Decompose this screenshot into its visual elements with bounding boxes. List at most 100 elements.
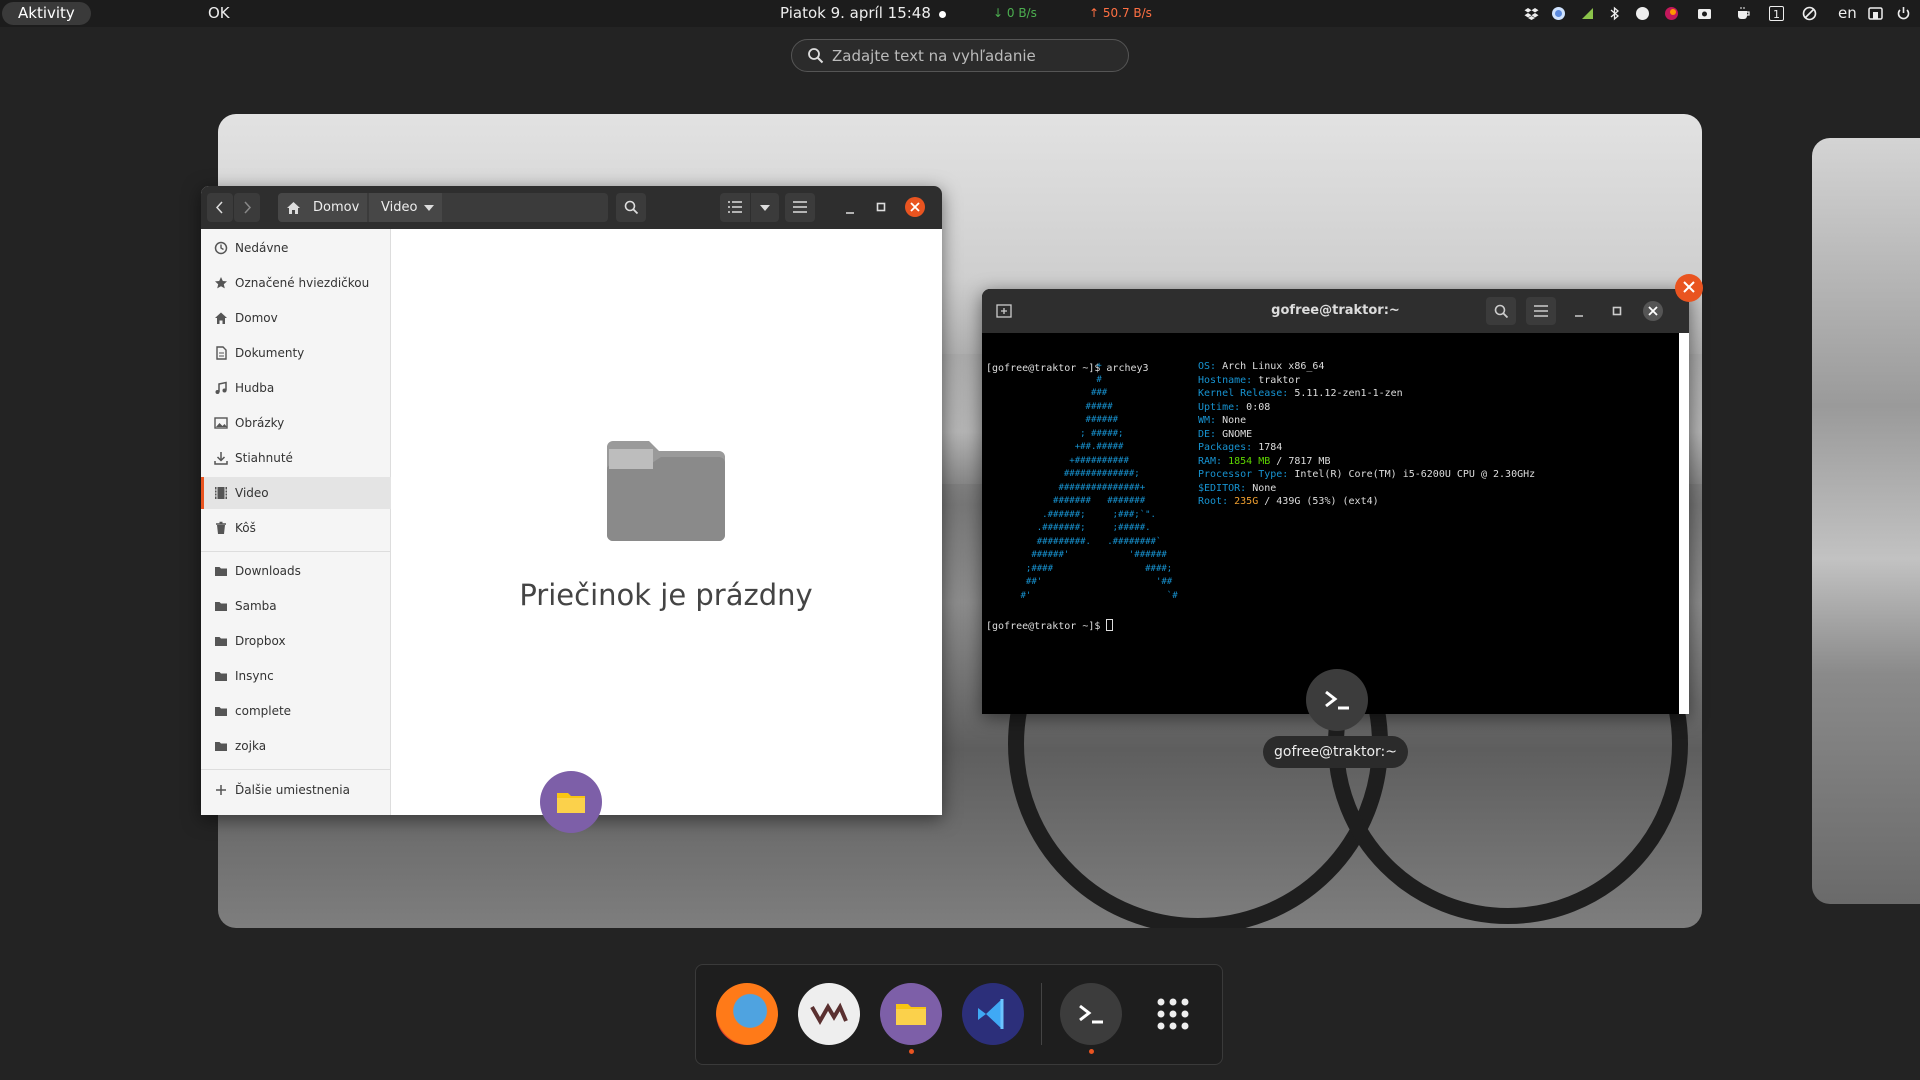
empty-folder-icon	[607, 441, 725, 541]
hamburger-icon	[1534, 305, 1548, 317]
search-input[interactable]: Zadajte text na vyhľadanie	[832, 47, 1036, 65]
breadcrumb-home[interactable]: Domov	[278, 193, 367, 222]
maximize-icon	[876, 202, 886, 212]
sidebar-item-downloads-bookmark[interactable]: Downloads	[201, 555, 391, 587]
power-icon[interactable]	[1896, 6, 1911, 21]
dropbox-icon[interactable]	[1524, 6, 1539, 21]
terminal-menu-button[interactable]	[1526, 297, 1556, 325]
sidebar-item-label: Hudba	[235, 381, 275, 395]
info-value: None	[1216, 415, 1247, 426]
path-bar[interactable]: Domov Video	[278, 193, 608, 222]
sidebar-item-downloads[interactable]: Stiahnuté	[201, 442, 391, 474]
folder-icon	[215, 567, 227, 576]
arch-logo-ascii: + # ### ##### ###### ; #####; +##.##### …	[1020, 361, 1178, 601]
sidebar-item-documents[interactable]: Dokumenty	[201, 337, 391, 369]
clock-icon	[214, 241, 228, 255]
home-icon	[215, 312, 227, 324]
forward-button[interactable]	[234, 193, 260, 222]
sidebar-item-label: Dokumenty	[235, 346, 305, 360]
disable-icon[interactable]	[1802, 6, 1817, 21]
terminal-icon[interactable]	[1060, 983, 1122, 1045]
sidebar-item-music[interactable]: Hudba	[201, 372, 391, 404]
menu-button[interactable]	[785, 193, 815, 222]
files-window[interactable]: Domov Video Nedávne Označené hviezdičkou…	[201, 186, 942, 815]
system-info: OS: Arch Linux x86_64 Hostname: traktor …	[1198, 360, 1535, 509]
coffee-icon[interactable]	[1736, 6, 1751, 21]
sidebar-item-video[interactable]: Video	[201, 477, 391, 509]
vscode-icon[interactable]	[962, 983, 1024, 1045]
workspace-indicator-icon[interactable]: 1	[1769, 6, 1784, 21]
sidebar-item-zojka[interactable]: zojka	[201, 730, 391, 762]
terminal-search-button[interactable]	[1486, 297, 1516, 325]
terminal-window-app-icon[interactable]	[1306, 669, 1368, 731]
sidebar-item-label: Nedávne	[235, 241, 289, 255]
terminal-window[interactable]: gofree@traktor:~ [gofree@traktor ~]$ arc…	[982, 289, 1689, 714]
sidebar-item-recent[interactable]: Nedávne	[201, 232, 391, 264]
folder-icon	[215, 707, 227, 716]
close-button[interactable]	[1643, 301, 1663, 321]
terminal-prompt-line: [gofree@traktor ~]$	[986, 619, 1114, 634]
info-value-used: 235G	[1228, 496, 1259, 507]
download-icon	[214, 452, 228, 465]
sidebar-item-pictures[interactable]: Obrázky	[201, 407, 391, 439]
ok-indicator[interactable]: OK	[208, 0, 230, 27]
notification-icon[interactable]	[1635, 6, 1650, 21]
hamburger-icon	[793, 201, 807, 213]
info-key: Uptime:	[1198, 401, 1241, 413]
top-bar: Aktivity OK Piatok 9. apríl 15:48 ↓ 0 B/…	[0, 0, 1920, 27]
view-options-button[interactable]	[751, 193, 779, 222]
folder-icon	[557, 793, 585, 813]
chat-icon[interactable]	[1551, 6, 1566, 21]
sidebar-item-samba[interactable]: Samba	[201, 590, 391, 622]
folder-icon	[215, 637, 227, 646]
files-icon[interactable]	[880, 983, 942, 1045]
sidebar-item-home[interactable]: Domov	[201, 302, 391, 334]
info-value: Arch Linux x86_64	[1216, 361, 1325, 372]
bluetooth-icon[interactable]	[1607, 6, 1622, 21]
extension-icon[interactable]	[1580, 6, 1595, 21]
terminal-output[interactable]: [gofree@traktor ~]$ archey3 + # ### ####…	[982, 333, 1677, 714]
sidebar-item-insync[interactable]: Insync	[201, 660, 391, 692]
minimize-button[interactable]	[838, 193, 862, 222]
color-icon[interactable]	[1664, 6, 1679, 21]
places-sidebar: Nedávne Označené hviezdičkou Domov Dokum…	[201, 229, 391, 815]
overview-search[interactable]: Zadajte text na vyhľadanie	[791, 39, 1129, 72]
sidebar-item-label: Ďalšie umiestnenia	[235, 783, 350, 797]
keyboard-language[interactable]: en	[1838, 0, 1857, 27]
vivaldi-icon[interactable]	[798, 983, 860, 1045]
workspace-thumbnail-next[interactable]	[1812, 138, 1920, 904]
sidebar-item-trash[interactable]: Kôš	[201, 512, 391, 544]
back-button[interactable]	[207, 193, 233, 222]
firefox-icon[interactable]	[716, 983, 778, 1045]
sidebar-item-dropbox[interactable]: Dropbox	[201, 625, 391, 657]
sidebar-item-complete[interactable]: complete	[201, 695, 391, 727]
maximize-button[interactable]	[869, 193, 893, 222]
minimize-button[interactable]	[1564, 297, 1594, 325]
star-icon	[215, 277, 227, 289]
search-button[interactable]	[616, 193, 646, 222]
view-list-button[interactable]	[720, 193, 750, 222]
folder-icon	[215, 602, 227, 611]
info-value: 5.11.12-zen1-1-zen	[1288, 388, 1403, 399]
info-value: / 439G (53%) (ext4)	[1258, 496, 1379, 507]
sidebar-item-other-locations[interactable]: Ďalšie umiestnenia	[201, 774, 391, 806]
maximize-button[interactable]	[1602, 297, 1632, 325]
chevron-left-icon	[215, 201, 223, 214]
image-icon	[214, 417, 228, 429]
info-key: Kernel Release:	[1198, 388, 1289, 399]
clock[interactable]: Piatok 9. apríl 15:48	[780, 0, 931, 27]
files-window-app-icon[interactable]	[540, 771, 602, 833]
activities-button[interactable]: Aktivity	[2, 2, 91, 25]
info-value: None	[1246, 482, 1277, 494]
close-window-button[interactable]	[1675, 274, 1703, 302]
show-apps-icon[interactable]	[1142, 983, 1204, 1045]
terminal-scrollbar[interactable]	[1679, 333, 1689, 714]
sidebar-item-starred[interactable]: Označené hviezdičkou	[201, 267, 391, 299]
breadcrumb-video[interactable]: Video	[369, 193, 442, 222]
screenshot-icon[interactable]	[1697, 6, 1712, 21]
close-button[interactable]	[905, 197, 925, 217]
terminal-headerbar: gofree@traktor:~	[982, 289, 1689, 333]
search-icon	[1494, 304, 1509, 319]
network-icon[interactable]	[1868, 6, 1883, 21]
maximize-icon	[1612, 306, 1622, 316]
